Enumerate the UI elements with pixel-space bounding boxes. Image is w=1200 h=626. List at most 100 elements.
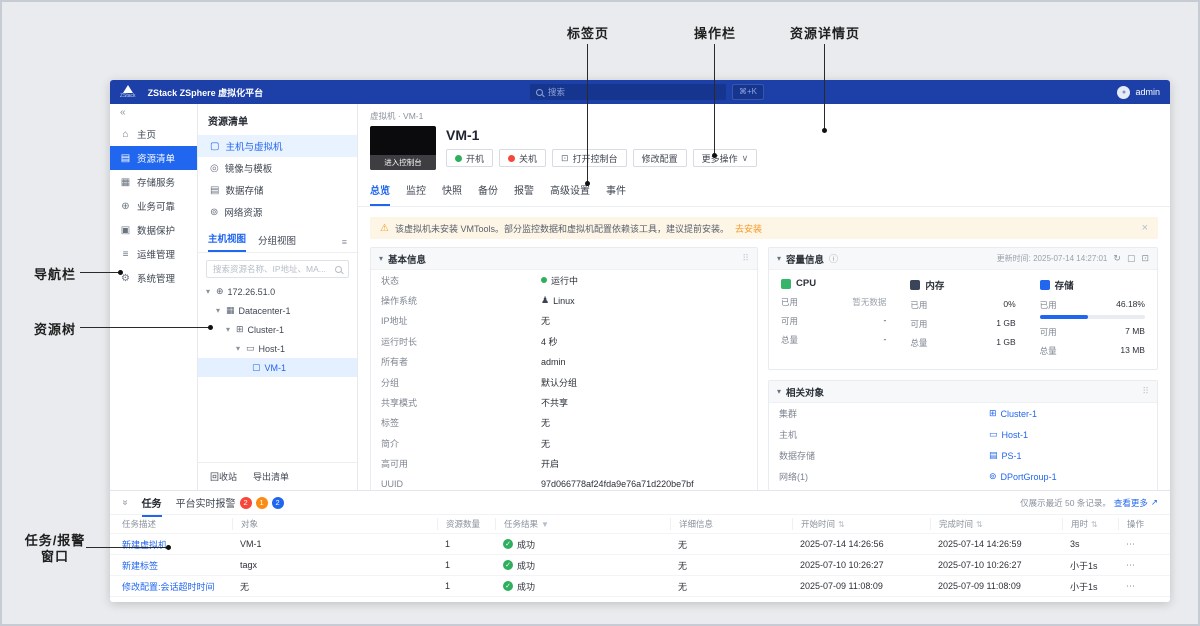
sidebar-collapse-icon[interactable]: « xyxy=(110,104,197,122)
tab-platform-alarms[interactable]: 平台实时报警 2 1 2 xyxy=(176,495,284,510)
collapse-caret-icon[interactable]: ▾ xyxy=(379,254,383,263)
drag-handle-icon[interactable]: ⠿ xyxy=(742,253,749,264)
tab-host-view[interactable]: 主机视图 xyxy=(208,231,246,252)
info-icon: ⓘ xyxy=(829,252,838,265)
table-row[interactable]: 新建标签 tagx 1 ✓成功 无 2025-07-10 10:26:27 20… xyxy=(110,554,1170,575)
collapse-caret-icon[interactable]: ▾ xyxy=(777,254,781,263)
external-link-icon[interactable]: ↗ xyxy=(1151,497,1158,508)
related-row-cluster: 集群 ⊞Cluster-1 xyxy=(769,403,1157,424)
sidebar-item-reliability[interactable]: ⊕ 业务可靠 xyxy=(110,194,197,218)
task-link[interactable]: 新建标签 xyxy=(122,559,232,572)
task-end-time: 2025-07-09 11:08:09 xyxy=(930,581,1062,591)
task-start-time: 2025-07-09 11:08:09 xyxy=(792,581,930,591)
sort-icon[interactable]: ⇅ xyxy=(1091,520,1098,529)
global-search-input[interactable] xyxy=(548,87,720,97)
cluster-link[interactable]: Cluster-1 xyxy=(1001,409,1038,419)
close-icon[interactable]: × xyxy=(1142,222,1148,234)
resource-item-datastore[interactable]: ▤ 数据存储 xyxy=(198,179,357,201)
collapse-panel-icon[interactable]: « xyxy=(119,500,130,506)
table-row[interactable]: 修改全局设置 无 1 ✓成功 无 2025-07-09 11:08:08 202… xyxy=(110,596,1170,602)
search-icon xyxy=(536,89,543,96)
annotation-task-window-line1: 任务/报警 xyxy=(20,533,90,549)
inventory-icon: ▤ xyxy=(120,153,131,164)
capacity-value: 暂无数据 xyxy=(852,296,886,308)
tab-advanced[interactable]: 高级设置 xyxy=(550,182,590,206)
power-on-button[interactable]: 开机 xyxy=(446,149,493,167)
sort-icon[interactable]: ⇅ xyxy=(838,520,845,529)
view-more-link[interactable]: 查看更多 xyxy=(1114,497,1148,509)
tab-monitoring[interactable]: 监控 xyxy=(406,182,426,206)
row-actions-button[interactable]: ⋯ xyxy=(1118,581,1158,592)
tab-overview[interactable]: 总览 xyxy=(370,182,390,206)
sidebar-item-home[interactable]: ⌂ 主页 xyxy=(110,122,197,146)
tree-node-host[interactable]: ▾ ▭ Host-1 xyxy=(198,339,357,358)
related-row-datastore: 数据存储 ▤PS-1 xyxy=(769,445,1157,466)
sidebar-item-system[interactable]: ⚙ 系统管理 xyxy=(110,266,197,290)
open-console-button[interactable]: ⊡ 打开控制台 xyxy=(552,149,627,167)
tree-search-box[interactable] xyxy=(206,260,349,278)
enter-console-button[interactable]: 进入控制台 xyxy=(370,155,436,170)
resource-item-network[interactable]: ⊚ 网络资源 xyxy=(198,201,357,223)
chevron-down-icon[interactable]: ▾ xyxy=(234,344,242,353)
recycle-bin-link[interactable]: 回收站 xyxy=(210,470,237,483)
row-actions-button[interactable]: ⋯ xyxy=(1118,539,1158,550)
vcenter-icon: ⊕ xyxy=(216,286,224,297)
tree-search-input[interactable] xyxy=(213,264,331,274)
tree-node-cluster[interactable]: ▾ ⊞ Cluster-1 xyxy=(198,320,357,339)
info-value: 默认分组 xyxy=(541,376,577,389)
user-menu[interactable]: ● admin xyxy=(1117,86,1160,99)
sidebar-item-protection[interactable]: ▣ 数据保护 xyxy=(110,218,197,242)
collapse-caret-icon[interactable]: ▾ xyxy=(777,387,781,396)
install-link[interactable]: 去安装 xyxy=(735,222,762,235)
capacity-label: 已用 xyxy=(910,299,927,311)
chevron-down-icon[interactable]: ▾ xyxy=(214,306,222,315)
row-actions-button[interactable]: ⋯ xyxy=(1118,560,1158,571)
drag-handle-icon[interactable]: ⠿ xyxy=(1142,386,1149,397)
power-off-button[interactable]: 关机 xyxy=(499,149,546,167)
tab-tasks[interactable]: 任务 xyxy=(142,495,162,510)
tree-node-vm[interactable]: ▢ VM-1 xyxy=(198,358,357,377)
network-link[interactable]: DPortGroup-1 xyxy=(1001,472,1057,482)
popout-icon[interactable]: ⊡ xyxy=(1141,253,1149,264)
task-link[interactable]: 修改全局设置 xyxy=(122,601,232,603)
tree-node-datacenter[interactable]: ▾ ▦ Datacenter-1 xyxy=(198,301,357,320)
filter-icon[interactable]: ▼ xyxy=(541,520,549,529)
info-row-uptime: 运行时长 4 秒 xyxy=(371,331,757,351)
table-row[interactable]: 新建虚拟机 VM-1 1 ✓成功 无 2025-07-14 14:26:56 2… xyxy=(110,533,1170,554)
sidebar-item-inventory[interactable]: ▤ 资源清单 xyxy=(110,146,197,170)
row-actions-button[interactable]: ⋯ xyxy=(1118,602,1158,603)
fullscreen-icon[interactable]: ▢ xyxy=(1127,253,1136,264)
sort-icon[interactable]: ⇅ xyxy=(976,520,983,529)
host-link[interactable]: Host-1 xyxy=(1002,430,1029,440)
resource-item-host-vm[interactable]: ▢ 主机与虚拟机 xyxy=(198,135,357,157)
sidebar-item-storage[interactable]: ▦ 存储服务 xyxy=(110,170,197,194)
table-row[interactable]: 修改配置:会话超时时间 无 1 ✓成功 无 2025-07-09 11:08:0… xyxy=(110,575,1170,596)
refresh-icon[interactable]: ↻ xyxy=(1113,253,1121,264)
task-link[interactable]: 新建虚拟机 xyxy=(122,538,232,551)
action-bar: 开机 关机 ⊡ 打开控制台 修改配置 xyxy=(446,149,757,167)
more-actions-button[interactable]: 更多操作 ∨ xyxy=(693,149,758,167)
sidebar-item-ops[interactable]: ≡ 运维管理 xyxy=(110,242,197,266)
chevron-down-icon[interactable]: ▾ xyxy=(204,287,212,296)
tab-backup[interactable]: 备份 xyxy=(478,182,498,206)
console-thumbnail[interactable]: 进入控制台 xyxy=(370,126,436,170)
datastore-link[interactable]: PS-1 xyxy=(1002,451,1022,461)
host-icon: ▭ xyxy=(989,429,998,440)
tab-alarm[interactable]: 报警 xyxy=(514,182,534,206)
modify-config-button[interactable]: 修改配置 xyxy=(633,149,687,167)
tab-group-view[interactable]: 分组视图 xyxy=(258,233,296,252)
export-list-link[interactable]: 导出清单 xyxy=(253,470,289,483)
resource-item-images[interactable]: ◎ 镜像与模板 xyxy=(198,157,357,179)
global-search-box[interactable] xyxy=(530,84,726,100)
tab-events[interactable]: 事件 xyxy=(606,182,626,206)
view-settings-icon[interactable]: ≡ xyxy=(342,237,347,252)
tree-node-root[interactable]: ▾ ⊕ 172.26.51.0 xyxy=(198,282,357,301)
chevron-down-icon[interactable]: ▾ xyxy=(224,325,232,334)
network-icon: ⊚ xyxy=(989,471,997,482)
annotation-resource-tree: 资源树 xyxy=(34,319,76,338)
tree-node-label: Host-1 xyxy=(259,344,286,354)
task-link[interactable]: 修改配置:会话超时时间 xyxy=(122,580,232,593)
tab-snapshot[interactable]: 快照 xyxy=(442,182,462,206)
info-value: 4 秒 xyxy=(541,335,558,348)
running-status-icon xyxy=(541,277,547,283)
